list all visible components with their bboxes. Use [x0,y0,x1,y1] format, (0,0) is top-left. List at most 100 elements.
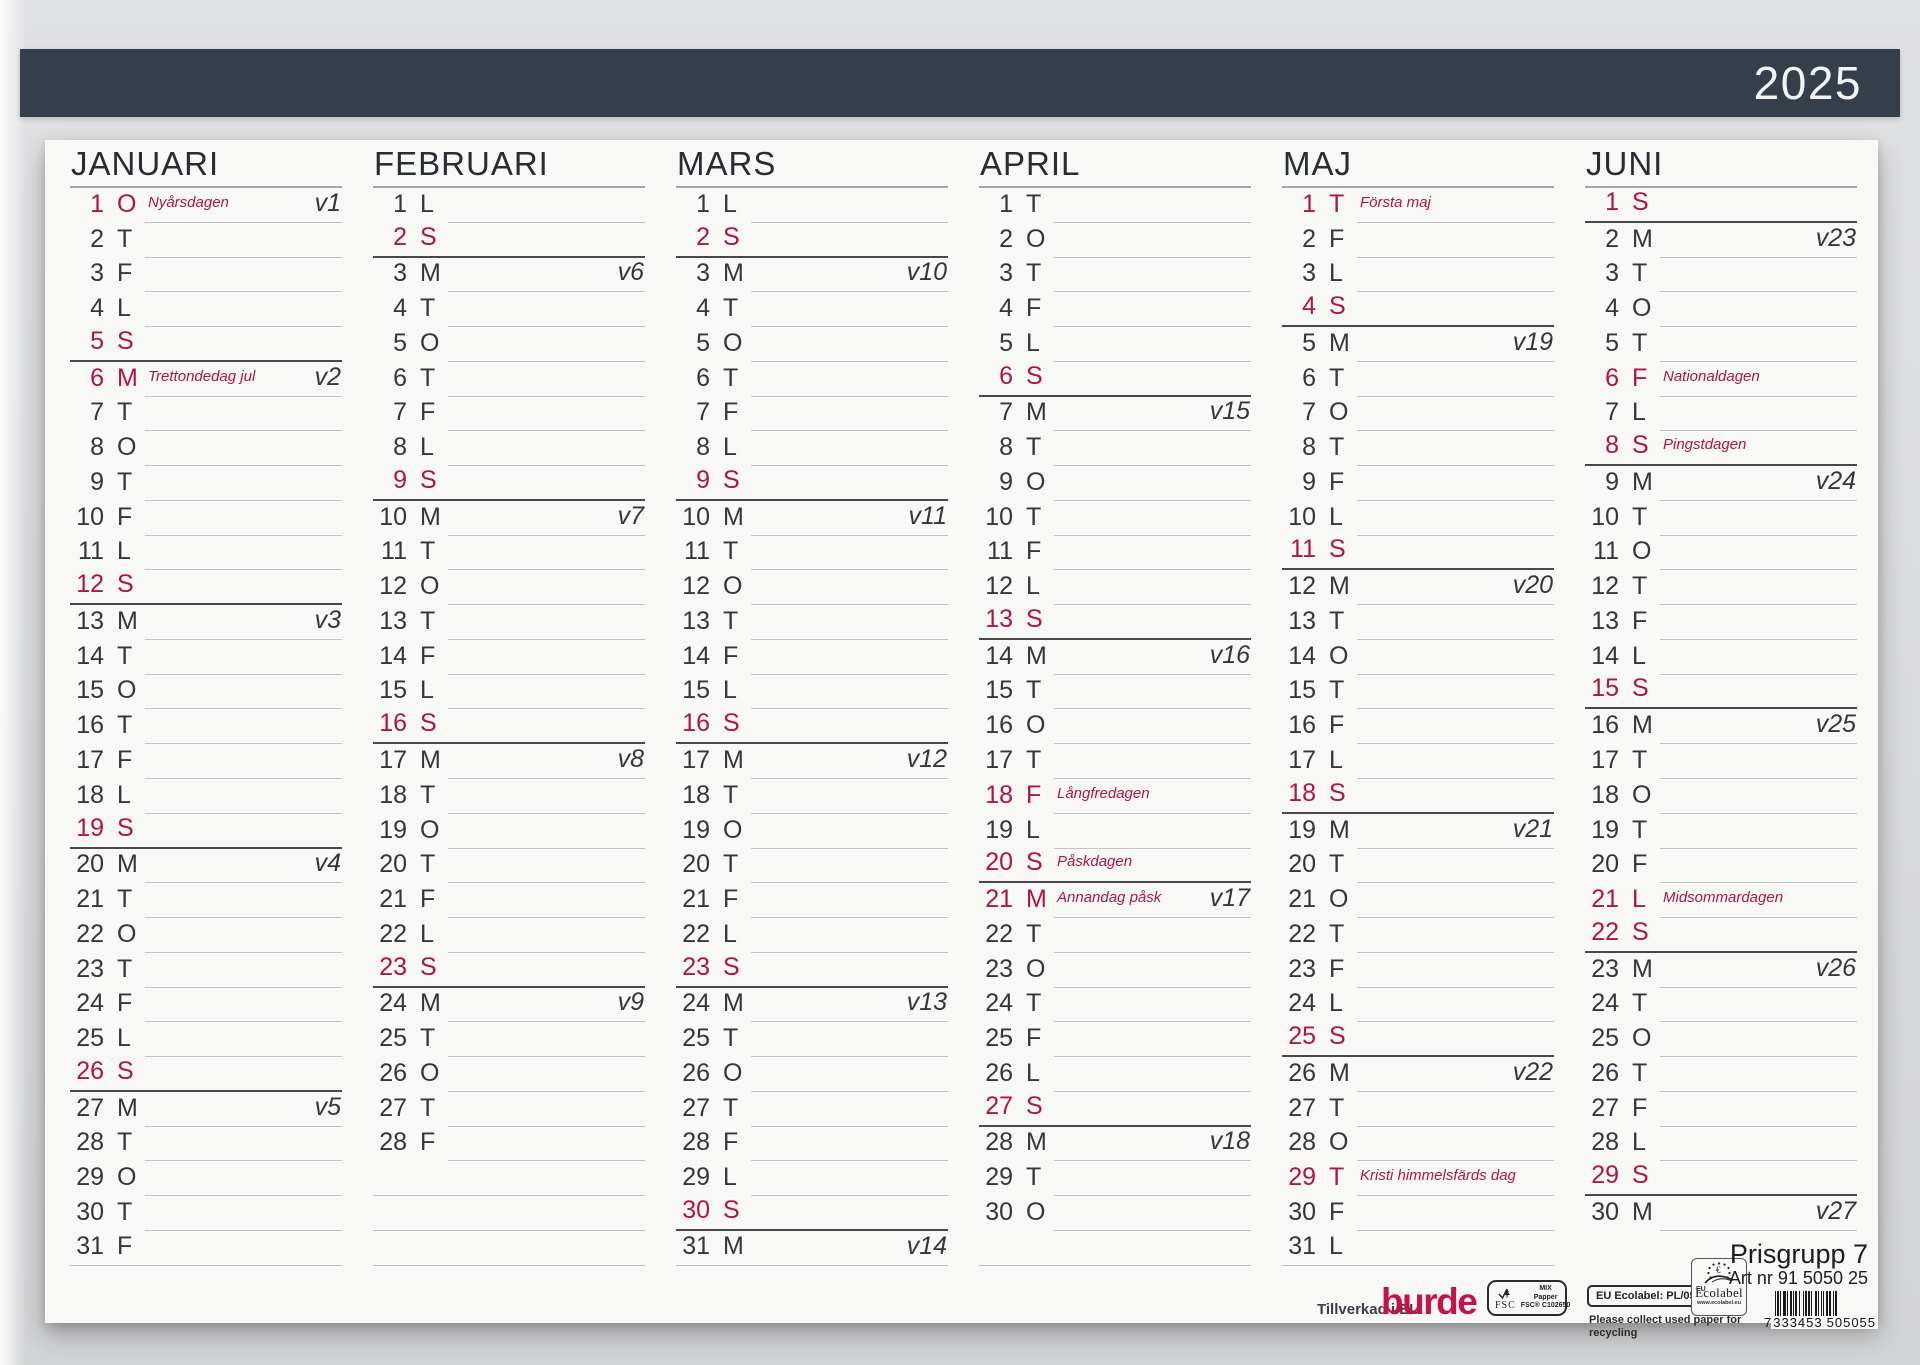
day-row-april-29: 29 T [979,1161,1251,1197]
note-area: v21 [1357,814,1554,849]
day-letter: O [1026,954,1046,983]
note-area: Påskdagen [1054,849,1251,882]
day-row-mars-31: 31 Mv14 [676,1231,948,1266]
day-row-maj-1: 1 T Första maj [1282,188,1554,223]
note-area [145,918,342,953]
day-letter: L [723,1163,737,1192]
day-row-juni-25: 25 O [1585,1022,1857,1058]
note-area [751,431,948,467]
note-area [1660,675,1857,708]
day-letter: F [1329,224,1345,253]
day-row-mars-3: 3 Mv10 [676,258,948,293]
note-area [751,883,948,919]
fsc-cert-code: FSC® C102650 [1520,1302,1571,1310]
note-area [145,709,342,745]
day-number: 19 [1591,815,1619,844]
day-letter: L [117,1024,131,1053]
note-area [448,1022,645,1058]
day-number: 16 [76,711,104,740]
day-row-februari-12: 12 O [373,570,645,606]
week-number: v6 [617,258,644,287]
day-number: 2 [90,224,104,253]
day-letter: L [1632,1128,1646,1157]
note-area: v3 [145,605,342,640]
note-area [448,466,645,499]
note-area: Första maj [1357,188,1554,223]
day-number: 10 [1591,502,1619,531]
month-rows-maj: 1 T Första maj 2 F 3 L 4 S 5 Mv19 6 T 7 O 8 T 9 F 10 L 11 S 12 M… [1282,188,1554,1266]
day-row-februari-10: 10 Mv7 [373,501,645,536]
note-area: v12 [751,744,948,780]
day-row-juni-29: 29 S [1585,1161,1857,1197]
day-number: 13 [1288,606,1316,635]
year-label: 2025 [1753,57,1862,109]
blank-row [373,1161,645,1197]
note-area [751,397,948,432]
day-number: 9 [90,467,104,496]
day-number: 22 [76,919,104,948]
day-row-juni-8: 8 S Pingstdagen [1585,431,1857,467]
day-letter: F [420,641,436,670]
day-row-juni-12: 12 T [1585,570,1857,606]
barcode-group-2: 505055 [1824,1315,1879,1331]
day-number: 7 [1605,398,1619,427]
day-row-februari-17: 17 Mv8 [373,744,645,780]
holiday-label: Trettondedag jul [148,367,256,385]
day-letter: M [1026,885,1047,914]
note-area [1357,431,1554,467]
day-number: 18 [985,780,1013,809]
day-letter: T [1632,572,1648,601]
day-number: 27 [1288,1093,1316,1122]
note-area: Kristi himmelsfärds dag [1357,1161,1554,1197]
note-area [1357,362,1554,397]
day-letter: T [1026,1163,1042,1192]
note-area [448,327,645,362]
month-title-juni: JUNI [1585,147,1857,188]
day-letter: F [117,1231,133,1260]
day-row-april-14: 14 Mv16 [979,640,1251,675]
note-area [1357,1196,1554,1231]
day-letter: T [420,537,436,566]
day-letter: T [723,537,739,566]
week-number: v13 [906,988,947,1017]
day-row-januari-30: 30 T [70,1196,342,1231]
calendar-paper: JANUARI 1 O Nyårsdagen v1 2 T 3 F 4 L 5 S 6 M Trettonde… [45,140,1879,1339]
day-letter: M [117,606,138,635]
day-number: 31 [76,1231,104,1260]
note-area: v26 [1660,953,1857,988]
day-row-mars-10: 10 Mv11 [676,501,948,536]
day-letter: O [1632,1024,1652,1053]
day-letter: M [420,989,441,1018]
day-number: 22 [985,919,1013,948]
day-number: 3 [1302,259,1316,288]
day-number: 25 [379,1024,407,1053]
note-area [751,709,948,742]
day-row-maj-21: 21 O [1282,883,1554,919]
note-area [1357,640,1554,675]
day-letter: O [723,1058,743,1087]
day-number: 30 [682,1195,710,1224]
day-row-februari-14: 14 F [373,640,645,675]
day-row-januari-13: 13 Mv3 [70,605,342,640]
note-area [751,223,948,256]
day-number: 24 [682,989,710,1018]
day-number: 24 [379,989,407,1018]
day-letter: S [1329,292,1346,321]
day-row-april-23: 23 O [979,953,1251,988]
day-letter: S [1329,535,1346,564]
note-area: Annandag påsk v17 [1054,883,1251,919]
day-number: 23 [682,952,710,981]
day-letter: T [117,954,133,983]
note-area [1660,918,1857,951]
day-row-april-18: 18 F Långfredagen [979,779,1251,814]
day-number: 11 [1290,535,1316,564]
note-area [448,570,645,606]
day-row-maj-14: 14 O [1282,640,1554,675]
price-group: Prisgrupp 7 [1729,1239,1868,1269]
holiday-label: Kristi himmelsfärds dag [1360,1167,1516,1185]
month-title-februari: FEBRUARI [373,147,645,188]
day-number: 10 [682,502,710,531]
day-letter: M [117,1093,138,1122]
note-area [751,849,948,884]
day-letter: M [723,1231,744,1260]
